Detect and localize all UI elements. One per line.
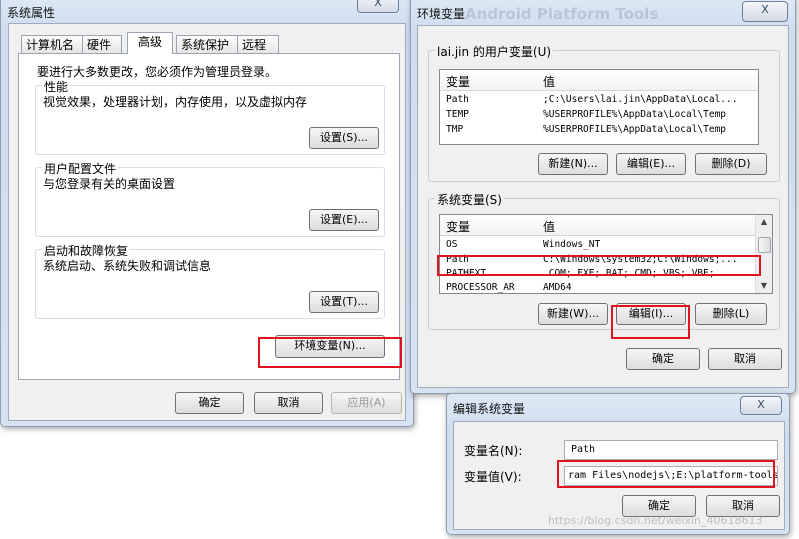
user-new-button[interactable]: 新建(N)... <box>538 153 608 175</box>
close-icon: X <box>374 0 382 9</box>
user-profiles-group: 用户配置文件 与您登录有关的桌面设置 设置(E)... <box>35 160 385 237</box>
user-variables-list[interactable]: 变量 值 Path ;C:\Users\lai.jin\AppData\Loca… <box>439 69 759 145</box>
tab-hardware[interactable]: 硬件 <box>82 35 122 53</box>
system-ok-button[interactable]: 确定 <box>175 392 244 414</box>
system-apply-button[interactable]: 应用(A) <box>331 392 402 414</box>
startup-recovery-group: 启动和故障恢复 系统启动、系统失败和调试信息 设置(T)... <box>35 242 385 319</box>
user-delete-button[interactable]: 删除(D) <box>695 153 767 175</box>
environment-variables-titlebar[interactable]: 环境变量 Android Platform Tools X <box>411 0 795 23</box>
system-properties-title: 系统属性 <box>7 6 56 20</box>
close-icon: X <box>757 398 765 411</box>
path-row-highlight <box>437 255 761 276</box>
system-cancel-button[interactable]: 取消 <box>254 392 323 414</box>
user-profiles-description: 与您登录有关的桌面设置 <box>43 177 176 191</box>
watermark: https://blog.csdn.net/weixin_40618613 <box>548 514 763 527</box>
tab-computer-name[interactable]: 计算机名 <box>21 35 83 53</box>
variable-name-input[interactable]: Path <box>564 440 778 460</box>
environment-variables-close-button[interactable]: X <box>742 1 788 22</box>
user-profiles-settings-button[interactable]: 设置(E)... <box>309 209 379 231</box>
advanced-tab-pane: 要进行大多数更改，您必须作为管理员登录。 性能 视觉效果，处理器计划，内存使用，… <box>18 53 400 380</box>
system-properties-close-button[interactable]: X <box>357 0 399 13</box>
column-header-variable[interactable]: 变量 <box>446 73 470 90</box>
startup-recovery-settings-button[interactable]: 设置(T)... <box>309 291 379 313</box>
system-properties-titlebar[interactable]: 系统属性 X <box>1 0 413 20</box>
variable-value-highlight <box>557 460 775 488</box>
tab-remote[interactable]: 远程 <box>237 35 279 53</box>
environment-variables-window: 环境变量 Android Platform Tools X lai.jin 的用… <box>410 0 796 394</box>
edit-system-variable-close-button[interactable]: X <box>740 396 782 415</box>
performance-settings-button[interactable]: 设置(S)... <box>309 127 379 149</box>
tab-advanced[interactable]: 高级 <box>127 32 173 54</box>
user-variables-group: lai.jin 的用户变量(U) 变量 值 Path ;C:\Users\lai… <box>428 43 780 182</box>
scroll-down-icon[interactable]: ▼ <box>756 279 772 293</box>
env-ok-button[interactable]: 确定 <box>626 348 700 370</box>
variable-value-label: 变量值(V): <box>464 470 522 484</box>
system-delete-button[interactable]: 删除(L) <box>695 303 767 325</box>
variable-name-label: 变量名(N): <box>464 444 523 458</box>
admin-notice: 要进行大多数更改，您必须作为管理员登录。 <box>37 65 278 79</box>
edit-button-highlight <box>611 305 690 339</box>
system-variables-list[interactable]: 变量 值 OS Windows_NT Path C:\Windows\syste… <box>439 214 773 294</box>
column-header-value[interactable]: 值 <box>543 218 555 235</box>
column-header-value[interactable]: 值 <box>543 73 555 90</box>
env-cancel-button[interactable]: 取消 <box>708 348 782 370</box>
startup-recovery-description: 系统启动、系统失败和调试信息 <box>43 259 212 273</box>
column-header-variable[interactable]: 变量 <box>446 218 470 235</box>
environment-variables-button-highlight <box>258 337 402 368</box>
user-variables-header: 变量 值 <box>440 70 758 91</box>
close-icon: X <box>761 3 769 16</box>
user-edit-button[interactable]: 编辑(E)... <box>616 153 686 175</box>
background-window-title: Android Platform Tools <box>465 5 659 23</box>
edit-system-variable-titlebar[interactable]: 编辑系统变量 X <box>447 394 789 418</box>
environment-variables-title: 环境变量 <box>417 7 466 21</box>
edit-system-variable-title: 编辑系统变量 <box>453 402 526 416</box>
environment-variables-client: lai.jin 的用户变量(U) 变量 值 Path ;C:\Users\lai… <box>417 25 789 388</box>
scroll-thumb[interactable] <box>758 237 771 253</box>
system-variables-header: 变量 值 <box>440 215 756 236</box>
performance-description: 视觉效果，处理器计划，内存使用，以及虚拟内存 <box>43 95 308 109</box>
tab-system-protection[interactable]: 系统保护 <box>176 35 238 53</box>
system-new-button[interactable]: 新建(W)... <box>538 303 608 325</box>
system-variables-scrollbar[interactable]: ▲ ▼ <box>755 215 772 293</box>
user-variables-label: lai.jin 的用户变量(U) <box>435 43 554 60</box>
performance-group: 性能 视觉效果，处理器计划，内存使用，以及虚拟内存 设置(S)... <box>35 78 385 155</box>
scroll-up-icon[interactable]: ▲ <box>756 215 772 229</box>
system-variables-label: 系统变量(S) <box>435 191 504 208</box>
